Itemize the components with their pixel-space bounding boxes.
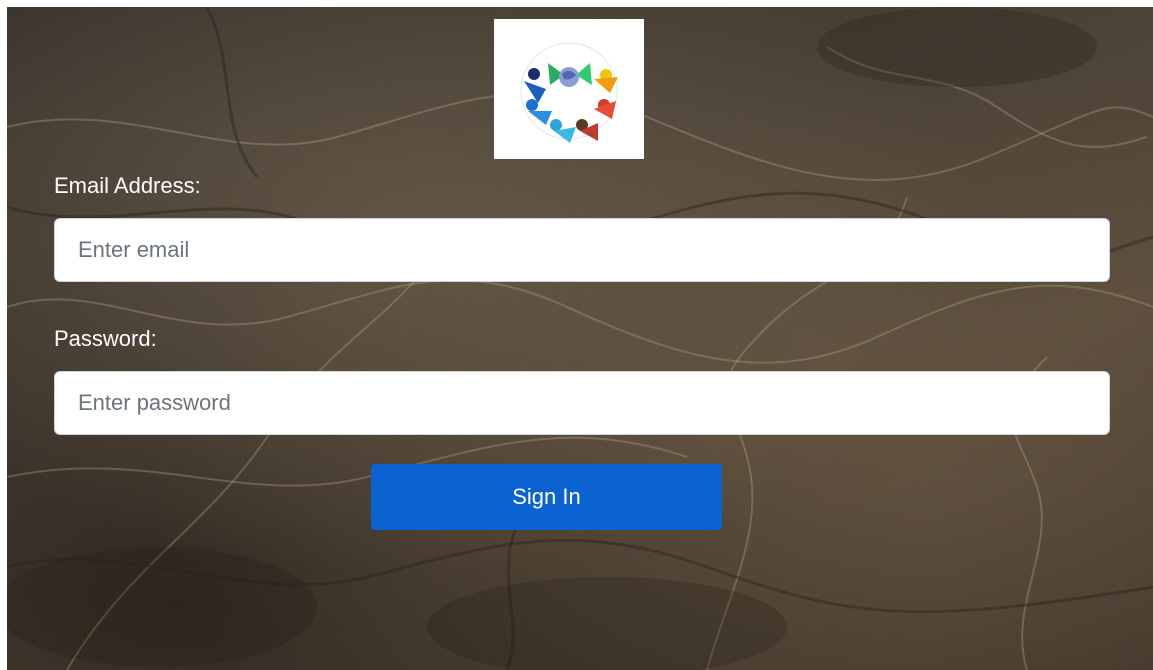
email-label: Email Address: xyxy=(54,173,201,198)
sign-in-button[interactable]: Sign In xyxy=(371,464,722,530)
password-input[interactable] xyxy=(54,371,1110,435)
email-input[interactable] xyxy=(54,218,1110,282)
human-care-logo xyxy=(494,19,644,159)
password-label: Password: xyxy=(54,326,157,351)
logo-emblem xyxy=(520,42,618,143)
login-page: Email Address: Password: Sign In xyxy=(0,0,1153,670)
